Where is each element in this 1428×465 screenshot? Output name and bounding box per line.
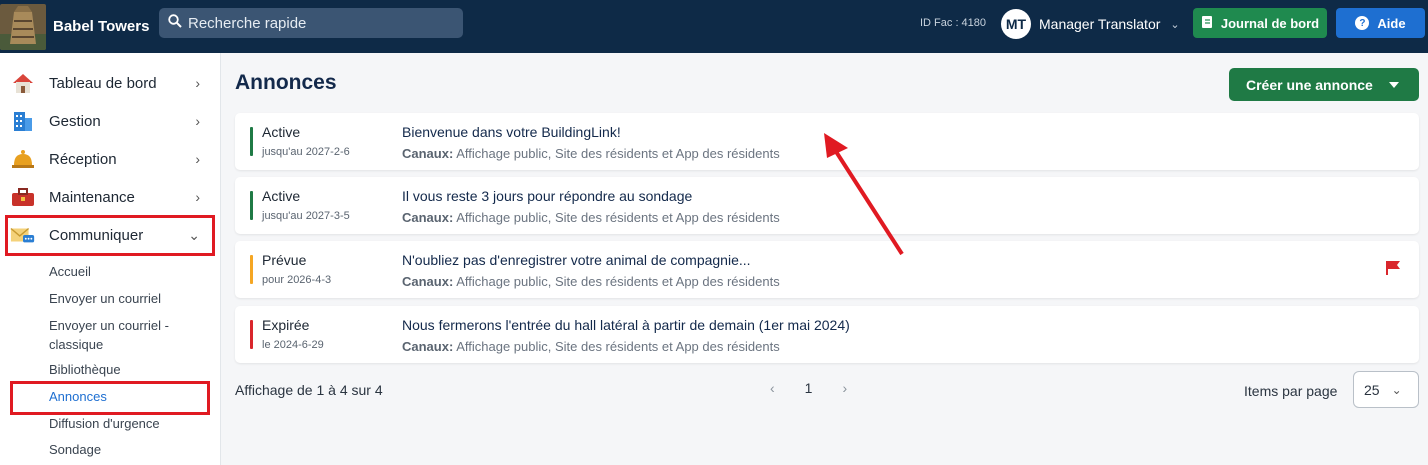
announcement-title[interactable]: Nous fermerons l'entrée du hall latéral … <box>402 317 850 333</box>
sidebar-item-reception[interactable]: Réception › <box>0 141 220 177</box>
status-indicator <box>250 320 253 349</box>
chevron-down-icon: ⌄ <box>1170 18 1180 31</box>
sidebar-item-label: Maintenance <box>49 188 135 206</box>
search-icon <box>168 13 182 33</box>
channels-label: Canaux: <box>402 274 454 289</box>
channels-label: Canaux: <box>402 210 454 225</box>
sidebar-item-label: Réception <box>49 150 117 168</box>
sidebar-item-maintenance[interactable]: Maintenance › <box>0 179 220 215</box>
channels-value: Affichage public, Site des résidents et … <box>456 274 780 289</box>
chevron-left-icon[interactable]: ‹ <box>770 380 775 396</box>
channels-label: Canaux: <box>402 146 454 161</box>
sidebar-item-gestion[interactable]: Gestion › <box>0 103 220 139</box>
flag-icon[interactable] <box>1385 260 1401 281</box>
page-number[interactable]: 1 <box>805 380 813 396</box>
announcement-channels: Canaux: Affichage public, Site des résid… <box>402 339 780 354</box>
announcement-title[interactable]: Bienvenue dans votre BuildingLink! <box>402 124 621 140</box>
chevron-right-icon: › <box>195 151 200 167</box>
toolbox-icon <box>10 184 36 210</box>
journal-button[interactable]: Journal de bord <box>1193 8 1327 38</box>
notebook-icon <box>1201 15 1214 32</box>
page-title: Annonces <box>235 71 337 94</box>
highlight-box-annonces <box>10 381 210 415</box>
channels-value: Affichage public, Site des résidents et … <box>456 210 780 225</box>
chevron-right-icon[interactable]: › <box>842 380 847 396</box>
help-button[interactable]: ? Aide <box>1336 8 1425 38</box>
house-icon <box>10 70 36 96</box>
caret-down-icon <box>1388 81 1399 88</box>
announcement-card[interactable]: Expirée le 2024-6-29 Nous fermerons l'en… <box>235 306 1419 363</box>
channels-value: Affichage public, Site des résidents et … <box>456 339 780 354</box>
chevron-right-icon: › <box>195 75 200 91</box>
status-indicator <box>250 255 253 284</box>
help-label: Aide <box>1377 15 1406 31</box>
announcement-status: Active <box>262 124 301 140</box>
search-input[interactable] <box>188 14 448 32</box>
announcement-channels: Canaux: Affichage public, Site des résid… <box>402 146 780 161</box>
items-per-page-label: Items par page <box>1244 383 1338 399</box>
showing-count: Affichage de 1 à 4 sur 4 <box>235 382 383 398</box>
sidebar-subitem-envoyer-courriel[interactable]: Envoyer un courriel <box>49 289 161 308</box>
question-icon: ? <box>1355 16 1370 30</box>
status-indicator <box>250 127 253 156</box>
sidebar-subitem-bibliotheque[interactable]: Bibliothèque <box>49 360 121 379</box>
sidebar-subitem-envoyer-courriel-classique[interactable]: Envoyer un courriel - classique <box>49 316 189 354</box>
avatar: MT <box>1001 9 1031 39</box>
channels-label: Canaux: <box>402 339 454 354</box>
announcement-status: Active <box>262 188 301 204</box>
announcement-card[interactable]: Active jusqu'au 2027-3-5 Il vous reste 3… <box>235 177 1419 234</box>
status-indicator <box>250 191 253 220</box>
announcement-title[interactable]: Il vous reste 3 jours pour répondre au s… <box>402 188 692 204</box>
sidebar-subitem-accueil[interactable]: Accueil <box>49 262 91 281</box>
app-title[interactable]: Babel Towers <box>53 18 159 35</box>
announcement-channels: Canaux: Affichage public, Site des résid… <box>402 274 780 289</box>
announcement-date: jusqu'au 2027-2-6 <box>262 146 350 158</box>
chevron-right-icon: › <box>195 189 200 205</box>
sidebar-item-label: Tableau de bord <box>49 74 157 92</box>
building-icon <box>10 108 36 134</box>
create-announcement-button[interactable]: Créer une annonce <box>1229 68 1419 101</box>
sidebar-item-dashboard[interactable]: Tableau de bord › <box>0 65 220 101</box>
user-name: Manager Translator <box>1039 16 1161 32</box>
items-per-page-select[interactable]: 25 ⌄ <box>1353 371 1419 408</box>
sidebar-subitem-diffusion-urgence[interactable]: Diffusion d'urgence <box>49 414 160 433</box>
announcement-card[interactable]: Prévue pour 2026-4-3 N'oubliez pas d'enr… <box>235 241 1419 298</box>
building-logo[interactable] <box>0 3 46 50</box>
announcement-status: Prévue <box>262 252 307 268</box>
pagination: ‹ 1 › <box>770 380 847 396</box>
announcement-date: pour 2026-4-3 <box>262 274 332 286</box>
create-announcement-label: Créer une annonce <box>1246 76 1373 93</box>
sidebar-subitem-sondage[interactable]: Sondage <box>49 440 101 459</box>
quick-search[interactable] <box>159 8 463 38</box>
announcement-channels: Canaux: Affichage public, Site des résid… <box>402 210 780 225</box>
chevron-right-icon: › <box>195 113 200 129</box>
sidebar-item-label: Gestion <box>49 112 101 130</box>
chevron-down-icon: ⌄ <box>1391 382 1402 397</box>
items-per-page-value: 25 <box>1364 381 1380 398</box>
announcement-title[interactable]: N'oubliez pas d'enregistrer votre animal… <box>402 252 751 268</box>
announcement-date: le 2024-6-29 <box>262 339 324 351</box>
highlight-box-communiquer <box>5 215 215 256</box>
announcement-date: jusqu'au 2027-3-5 <box>262 210 350 222</box>
journal-label: Journal de bord <box>1220 15 1320 31</box>
bell-icon <box>10 146 36 172</box>
facility-id: ID Fac : 4180 <box>920 17 987 29</box>
announcement-card[interactable]: Active jusqu'au 2027-2-6 Bienvenue dans … <box>235 113 1419 170</box>
announcement-status: Expirée <box>262 317 310 333</box>
channels-value: Affichage public, Site des résidents et … <box>456 146 780 161</box>
user-menu[interactable]: MT Manager Translator ⌄ <box>1001 9 1180 39</box>
